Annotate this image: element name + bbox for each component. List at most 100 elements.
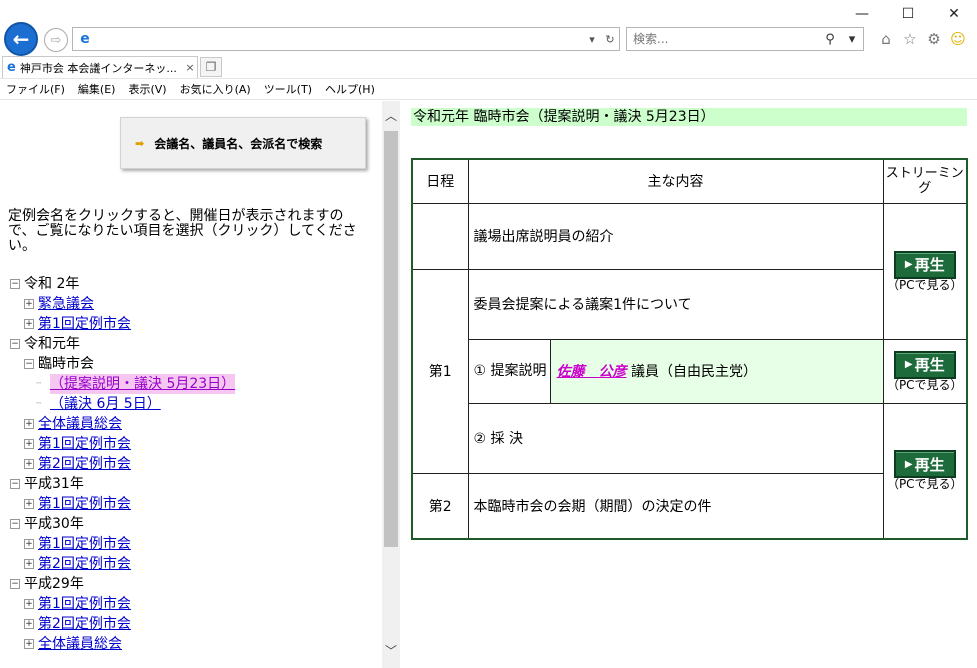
tree-date-item[interactable]: ┄ （提案説明・議決 5月23日） xyxy=(10,374,236,394)
tree-date-link[interactable]: （議決 6月 5日） xyxy=(50,394,161,414)
forward-button[interactable]: ⇨ xyxy=(44,28,68,52)
tree-link[interactable]: 第1回定例市会 xyxy=(38,434,131,454)
tree-year-r1[interactable]: − 令和元年 xyxy=(10,334,235,354)
tree-year-label: 平成29年 xyxy=(24,576,84,592)
meeting-search-button[interactable]: ➡ 会議名、議員名、会派名で検索 xyxy=(120,117,366,169)
tree-date-item[interactable]: ┄ （議決 6月 5日） xyxy=(10,394,235,414)
address-input[interactable] xyxy=(94,29,583,49)
search-icon[interactable]: ⚲ xyxy=(819,32,841,47)
play-button[interactable]: ▶ 再生 xyxy=(893,450,956,479)
scroll-up-icon[interactable]: ︿ xyxy=(382,107,400,125)
tree-year-h31[interactable]: − 平成31年 xyxy=(10,474,235,494)
tree-item[interactable]: + 第2回定例市会 xyxy=(10,554,235,574)
header-content: 主な内容 xyxy=(467,158,884,204)
tree-link[interactable]: 第2回定例市会 xyxy=(38,454,131,474)
pc-view-label[interactable]: （PCで見る） xyxy=(884,278,967,292)
collapse-icon[interactable]: − xyxy=(10,479,20,489)
left-content: ➡ 会議名、議員名、会派名で検索 定例会名をクリックすると、開催日が表示されます… xyxy=(0,101,382,668)
back-arrow-icon: ← xyxy=(12,27,30,51)
menu-help[interactable]: ヘルプ(H) xyxy=(325,81,375,97)
collapse-icon[interactable]: − xyxy=(24,359,34,369)
refresh-icon[interactable]: ↻ xyxy=(601,33,619,46)
expand-icon[interactable]: + xyxy=(24,319,34,329)
expand-icon[interactable]: + xyxy=(24,459,34,469)
menu-bar: ファイル(F) 編集(E) 表示(V) お気に入り(A) ツール(T) ヘルプ(… xyxy=(0,78,977,100)
tab-close-icon[interactable]: × xyxy=(183,61,197,74)
address-bar[interactable]: e ▾ ↻ xyxy=(72,27,620,51)
back-button[interactable]: ← xyxy=(4,22,38,56)
tree-link[interactable]: 全体議員総会 xyxy=(38,414,122,434)
expand-icon[interactable]: + xyxy=(24,599,34,609)
feedback-smiley-icon[interactable]: ☺ xyxy=(948,29,968,49)
tree-year-h30[interactable]: − 平成30年 xyxy=(10,514,235,534)
leaf-dot-icon: ┄ xyxy=(36,379,42,389)
play-button[interactable]: ▶ 再生 xyxy=(893,350,956,379)
left-scrollbar[interactable]: ︿ ﹀ xyxy=(382,101,400,668)
content-cell: 議場出席説明員の紹介 xyxy=(467,202,884,270)
collapse-icon[interactable]: − xyxy=(10,279,20,289)
expand-icon[interactable]: + xyxy=(24,539,34,549)
tree-link[interactable]: 第1回定例市会 xyxy=(38,534,131,554)
tree-year-h29[interactable]: − 平成29年 xyxy=(10,574,235,594)
expand-icon[interactable]: + xyxy=(24,619,34,629)
tree-item[interactable]: + 緊急議会 xyxy=(10,294,235,314)
tree-date-link-selected[interactable]: （提案説明・議決 5月23日） xyxy=(50,374,236,394)
address-dropdown-icon[interactable]: ▾ xyxy=(583,33,601,46)
play-triangle-icon: ▶ xyxy=(904,458,913,470)
menu-tools[interactable]: ツール(T) xyxy=(264,81,312,97)
tree-item[interactable]: + 第1回定例市会 xyxy=(10,314,235,334)
favorites-star-icon[interactable]: ☆ xyxy=(900,29,920,49)
speaker-cell: 佐藤 公彦 議員（自由民主党） xyxy=(549,338,884,404)
tree-item[interactable]: + 第2回定例市会 xyxy=(10,614,235,634)
tree-item[interactable]: + 第1回定例市会 xyxy=(10,594,235,614)
table-header-row: 日程 主な内容 ストリーミング xyxy=(411,158,968,204)
tree-item[interactable]: + 第2回定例市会 xyxy=(10,454,235,474)
expand-icon[interactable]: + xyxy=(24,559,34,569)
tab-active[interactable]: e 神戸市会 本会議インターネッ... × xyxy=(2,56,198,78)
menu-favorites[interactable]: お気に入り(A) xyxy=(180,81,251,97)
collapse-icon[interactable]: − xyxy=(10,339,20,349)
tree-item[interactable]: + 全体議員総会 xyxy=(10,634,235,654)
tree-link[interactable]: 緊急議会 xyxy=(38,294,94,314)
scroll-thumb[interactable] xyxy=(384,131,398,547)
tree-link[interactable]: 第2回定例市会 xyxy=(38,554,131,574)
search-box[interactable]: ⚲ ▾ xyxy=(626,27,864,51)
pc-view-label[interactable]: （PCで見る） xyxy=(884,378,967,392)
search-input[interactable] xyxy=(627,29,819,49)
scroll-down-icon[interactable]: ﹀ xyxy=(382,642,400,660)
tree-item[interactable]: + 第1回定例市会 xyxy=(10,494,235,514)
speaker-link[interactable]: 佐藤 公彦 xyxy=(557,364,627,380)
tree-link[interactable]: 第1回定例市会 xyxy=(38,494,131,514)
day-cell: 第2 xyxy=(411,472,469,540)
tree-link[interactable]: 第1回定例市会 xyxy=(38,314,131,334)
gear-icon[interactable]: ⚙ xyxy=(924,29,944,49)
tree-item[interactable]: + 第1回定例市会 xyxy=(10,534,235,554)
collapse-icon[interactable]: − xyxy=(10,579,20,589)
expand-icon[interactable]: + xyxy=(24,299,34,309)
tree-link[interactable]: 第2回定例市会 xyxy=(38,614,131,634)
expand-icon[interactable]: + xyxy=(24,419,34,429)
pc-view-label[interactable]: （PCで見る） xyxy=(884,478,967,491)
menu-edit[interactable]: 編集(E) xyxy=(78,81,116,97)
tree-item[interactable]: + 全体議員総会 xyxy=(10,414,235,434)
forward-arrow-icon: ⇨ xyxy=(50,32,62,48)
proposal-cell: ① 提案説明 xyxy=(467,338,551,404)
tree-item-rinji[interactable]: − 臨時市会 xyxy=(10,354,235,374)
tree-link[interactable]: 第1回定例市会 xyxy=(38,594,131,614)
collapse-icon[interactable]: − xyxy=(10,519,20,529)
expand-icon[interactable]: + xyxy=(24,639,34,649)
tree-item[interactable]: + 第1回定例市会 xyxy=(10,434,235,454)
home-icon[interactable]: ⌂ xyxy=(876,29,896,49)
tree-year-r2[interactable]: − 令和 2年 xyxy=(10,274,235,294)
tree-link[interactable]: 全体議員総会 xyxy=(38,634,122,654)
expand-icon[interactable]: + xyxy=(24,499,34,509)
tree-year-label: 平成31年 xyxy=(24,476,84,492)
menu-file[interactable]: ファイル(F) xyxy=(6,81,65,97)
search-dropdown-icon[interactable]: ▾ xyxy=(841,32,863,47)
expand-icon[interactable]: + xyxy=(24,439,34,449)
play-button[interactable]: ▶ 再生 xyxy=(893,250,956,279)
day-cell: 第1 xyxy=(411,268,469,474)
menu-view[interactable]: 表示(V) xyxy=(128,81,166,97)
navigation-bar: ← ⇨ e ▾ ↻ ⚲ ▾ ⌂ ☆ ⚙ ☺ xyxy=(0,22,977,56)
new-tab-button[interactable]: ❐ xyxy=(200,57,222,77)
